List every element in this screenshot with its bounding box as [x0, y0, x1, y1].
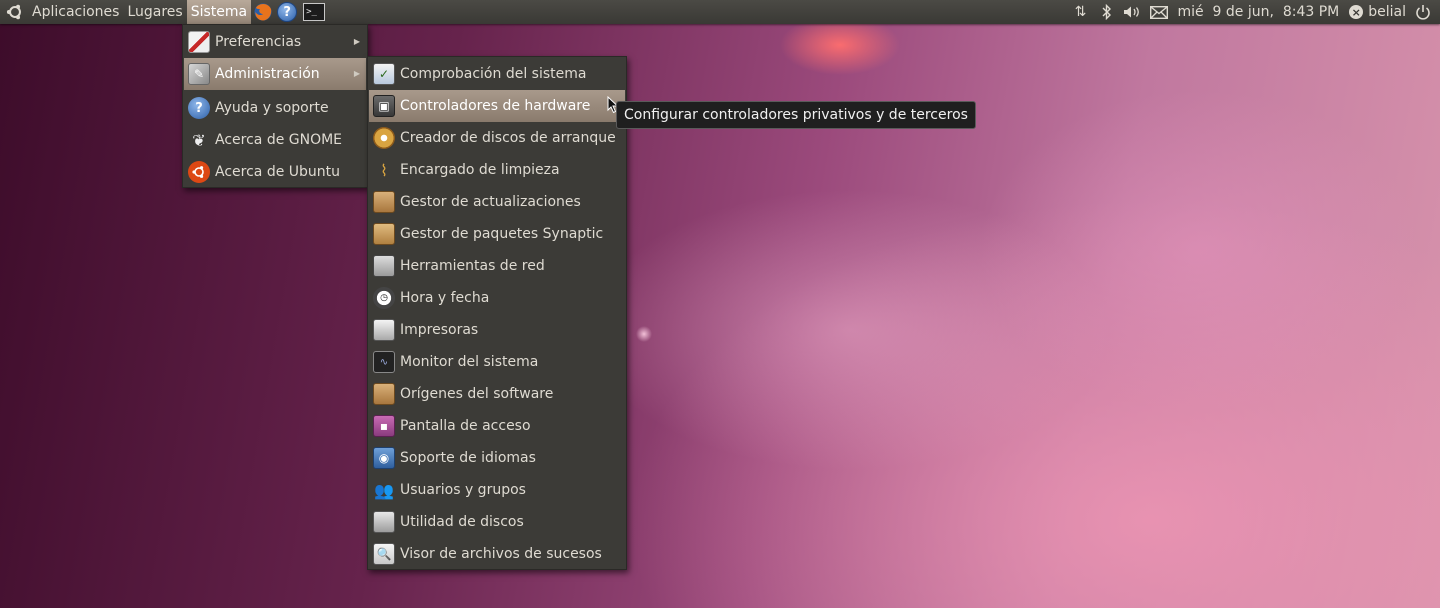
panel-tray: ⇅ mié 9 de jun, 8:43 PM × belial [1068, 0, 1440, 24]
users-groups-icon: 👥 [374, 480, 394, 500]
menu-item-label: Usuarios y grupos [400, 482, 526, 498]
menu-item-label: Gestor de actualizaciones [400, 194, 581, 210]
menu-item-label: Herramientas de red [400, 258, 545, 274]
gnome-foot-icon: ❦ [192, 130, 206, 150]
menu-item-label: Administración [215, 66, 320, 82]
administration-icon: ✎ [188, 63, 210, 85]
menu-item-about-gnome[interactable]: ❦ Acerca de GNOME [184, 124, 366, 156]
menu-item-disk-utility[interactable]: Utilidad de discos [369, 506, 625, 538]
network-transfer-icon[interactable]: ⇅ [1070, 0, 1092, 24]
menu-item-label: Controladores de hardware [400, 98, 591, 114]
menu-item-update-manager[interactable]: Gestor de actualizaciones [369, 186, 625, 218]
menu-item-help[interactable]: ? Ayuda y soporte [184, 92, 366, 124]
menu-item-label: Pantalla de acceso [400, 418, 531, 434]
menu-item-administration[interactable]: ✎ Administración ▶ [184, 58, 366, 90]
help-icon: ? [188, 97, 210, 119]
preferences-icon [188, 31, 210, 53]
power-icon[interactable] [1412, 0, 1434, 24]
menu-item-login-screen[interactable]: ▪ Pantalla de acceso [369, 410, 625, 442]
menu-item-label: Acerca de Ubuntu [215, 164, 341, 180]
menu-item-system-check[interactable]: ✓ Comprobación del sistema [369, 58, 625, 90]
firefox-icon[interactable] [253, 2, 273, 22]
bluetooth-icon[interactable] [1096, 0, 1118, 24]
menu-item-synaptic[interactable]: Gestor de paquetes Synaptic [369, 218, 625, 250]
menu-item-time-date[interactable]: ◷ Hora y fecha [369, 282, 625, 314]
terminal-icon[interactable]: >_ [303, 3, 326, 21]
login-screen-icon: ▪ [373, 415, 395, 437]
administration-submenu: ✓ Comprobación del sistema ▣ Controlador… [367, 56, 627, 570]
menu-item-label: Encargado de limpieza [400, 162, 560, 178]
ubuntu-logo-icon [188, 161, 210, 183]
volume-icon[interactable] [1122, 0, 1144, 24]
menu-item-language-support[interactable]: ◉ Soporte de idiomas [369, 442, 625, 474]
menu-item-cleaner[interactable]: ⌇ Encargado de limpieza [369, 154, 625, 186]
submenu-arrow-icon: ▶ [353, 69, 360, 78]
menu-item-users-groups[interactable]: 👥 Usuarios y grupos [369, 474, 625, 506]
menu-item-preferences[interactable]: Preferencias ▶ [184, 26, 366, 58]
clock[interactable]: mié 9 de jun, 8:43 PM [1172, 0, 1346, 24]
menu-item-about-ubuntu[interactable]: Acerca de Ubuntu [184, 156, 366, 188]
menu-item-network-tools[interactable]: Herramientas de red [369, 250, 625, 282]
software-sources-icon [373, 383, 395, 405]
log-viewer-icon: 🔍 [373, 543, 395, 565]
top-panel: Aplicaciones Lugares Sistema ? >_ ⇅ mié … [0, 0, 1440, 24]
menu-item-label: Soporte de idiomas [400, 450, 536, 466]
menu-item-label: Ayuda y soporte [215, 100, 329, 116]
menu-item-label: Gestor de paquetes Synaptic [400, 226, 604, 242]
menu-item-log-viewer[interactable]: 🔍 Visor de archivos de sucesos [369, 538, 625, 570]
user-status-icon: × [1349, 5, 1364, 19]
menu-item-startup-disk[interactable]: Creador de discos de arranque [369, 122, 625, 154]
menu-item-label: Monitor del sistema [400, 354, 539, 370]
menu-item-software-sources[interactable]: Orígenes del software [369, 378, 625, 410]
menu-item-label: Impresoras [400, 322, 479, 338]
network-tools-icon [373, 255, 395, 277]
system-menu: Preferencias ▶ ✎ Administración ▶ ? Ayud… [182, 24, 368, 188]
menu-places[interactable]: Lugares [123, 0, 186, 24]
menu-item-hardware-drivers[interactable]: ▣ Controladores de hardware [369, 90, 625, 122]
menu-item-label: Creador de discos de arranque [400, 130, 616, 146]
menu-item-label: Orígenes del software [400, 386, 554, 402]
menu-item-label: Utilidad de discos [400, 514, 524, 530]
disk-utility-icon [373, 511, 395, 533]
synaptic-icon [373, 223, 395, 245]
menu-item-system-monitor[interactable]: ∿ Monitor del sistema [369, 346, 625, 378]
user-name: belial [1368, 4, 1406, 20]
tooltip: Configurar controladores privativos y de… [616, 101, 976, 129]
mail-icon[interactable] [1148, 0, 1170, 24]
startup-disk-icon [373, 127, 395, 149]
menu-applications[interactable]: Aplicaciones [28, 0, 123, 24]
system-monitor-icon: ∿ [373, 351, 395, 373]
menu-item-label: Acerca de GNOME [215, 132, 343, 148]
hardware-drivers-icon: ▣ [373, 95, 395, 117]
printer-icon [373, 319, 395, 341]
menu-item-printers[interactable]: Impresoras [369, 314, 625, 346]
menu-item-label: Visor de archivos de sucesos [400, 546, 602, 562]
language-support-icon: ◉ [373, 447, 395, 469]
menu-item-label: Comprobación del sistema [400, 66, 587, 82]
submenu-arrow-icon: ▶ [353, 37, 360, 46]
help-icon[interactable]: ? [277, 2, 298, 22]
broom-icon: ⌇ [380, 160, 388, 180]
menu-item-label: Hora y fecha [400, 290, 490, 306]
user-menu[interactable]: × belial [1345, 4, 1410, 20]
menu-system[interactable]: Sistema [186, 0, 252, 24]
system-check-icon: ✓ [373, 63, 395, 85]
update-manager-icon [373, 191, 395, 213]
ubuntu-logo-icon[interactable] [6, 3, 24, 21]
time-date-icon: ◷ [373, 287, 395, 309]
menu-item-label: Preferencias [215, 34, 302, 50]
